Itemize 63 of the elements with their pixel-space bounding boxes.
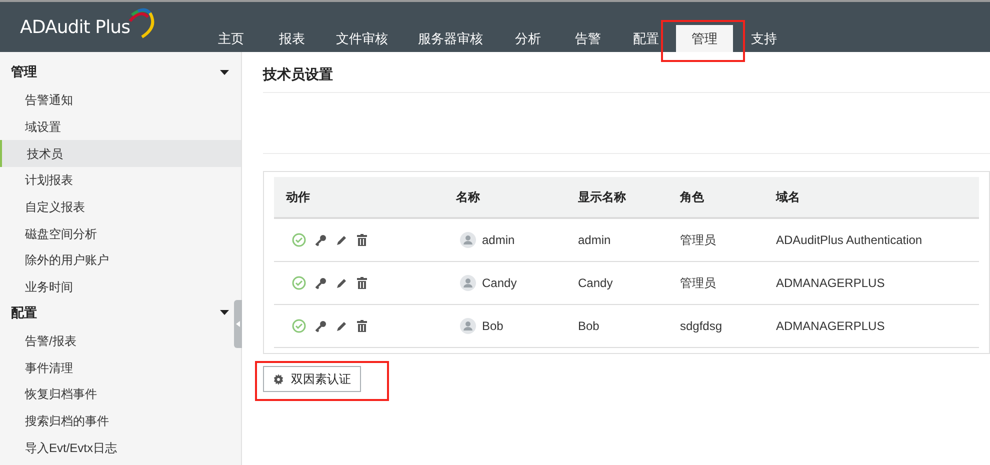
sidebar-section-header[interactable]: 管理	[0, 60, 233, 84]
trash-icon[interactable]	[357, 320, 367, 332]
table-cell-text: 管理员	[680, 232, 717, 249]
nav-tab[interactable]: 告警	[573, 25, 603, 52]
sidebar-section-header[interactable]: 配置	[0, 300, 233, 324]
caret-icon	[220, 70, 229, 74]
column-header: 名称	[456, 189, 481, 206]
key-icon[interactable]	[315, 234, 327, 246]
nav-tab[interactable]: 文件审核	[334, 25, 390, 52]
user-avatar-icon	[460, 275, 476, 291]
pencil-icon[interactable]	[336, 234, 348, 246]
sidebar-item[interactable]: 告警/报表	[0, 328, 233, 354]
table-cell-text: ADAuditPlus Authentication	[776, 232, 924, 249]
user-avatar-icon	[460, 318, 476, 334]
sidebar-item[interactable]: 技术员	[0, 140, 241, 168]
check-circle-icon[interactable]	[292, 233, 306, 247]
user-avatar-icon	[460, 232, 476, 248]
column-header: 显示名称	[578, 189, 627, 206]
nav-tab[interactable]: 管理	[676, 25, 733, 52]
nav-tab[interactable]: 服务器审核	[416, 25, 485, 52]
check-circle-icon[interactable]	[292, 319, 306, 333]
check-circle-icon[interactable]	[292, 276, 306, 290]
caret-icon	[236, 321, 240, 327]
column-header: 角色	[680, 189, 705, 206]
sidebar-item[interactable]: 事件清理	[0, 354, 233, 381]
sidebar-item[interactable]: 恢复归档事件	[0, 380, 233, 408]
column-header: 域名	[776, 189, 801, 206]
table-cell-text: ADMANAGERPLUS	[776, 318, 886, 335]
trash-icon[interactable]	[357, 234, 367, 246]
table-cell-text: 管理员	[680, 275, 717, 292]
nav-tab[interactable]: 主页	[216, 25, 246, 52]
sidebar-item[interactable]: 自定义报表	[0, 194, 233, 220]
two-factor-button[interactable]: 双因素认证	[263, 366, 361, 392]
table-cell-text: Bob	[482, 318, 504, 335]
sidebar-item[interactable]: 搜索归档的事件	[0, 408, 233, 434]
table-cell-text: admin	[482, 232, 515, 249]
column-header: 动作	[284, 189, 311, 206]
sidebar-item[interactable]: 告警通知	[0, 87, 233, 114]
table-cell-text: Candy	[578, 275, 614, 292]
sidebar-item[interactable]: 域设置	[0, 114, 233, 140]
page-title: 技术员设置	[263, 65, 334, 84]
nav-tab[interactable]: 配置	[632, 25, 660, 52]
sidebar-item[interactable]: 磁盘空间分析	[0, 220, 233, 248]
key-icon[interactable]	[315, 276, 327, 290]
table-cell-text: sdgfdsg	[680, 318, 724, 335]
pencil-icon[interactable]	[336, 320, 348, 332]
nav-tab[interactable]: 支持	[749, 25, 779, 52]
nav-tab[interactable]: 报表	[277, 25, 307, 52]
app-logo: ADAudit Plus	[20, 16, 130, 40]
trash-icon[interactable]	[357, 277, 367, 289]
table-cell-text: Bob	[578, 318, 600, 335]
gear-icon	[273, 374, 284, 384]
table-cell-text: admin	[578, 232, 612, 249]
sidebar-item[interactable]: 导入Evt/Evtx日志	[0, 434, 233, 461]
sidebar-item[interactable]: 除外的用户账户	[0, 247, 233, 274]
table-cell-text: ADMANAGERPLUS	[776, 275, 886, 292]
sidebar-item[interactable]: 计划报表	[0, 167, 233, 194]
collapse-handle[interactable]	[234, 300, 242, 348]
pencil-icon[interactable]	[336, 277, 348, 289]
sidebar-item[interactable]: 业务时间	[0, 274, 233, 300]
key-icon[interactable]	[315, 320, 327, 332]
nav-tab[interactable]: 分析	[513, 25, 543, 52]
table-cell-text: Candy	[482, 275, 517, 292]
